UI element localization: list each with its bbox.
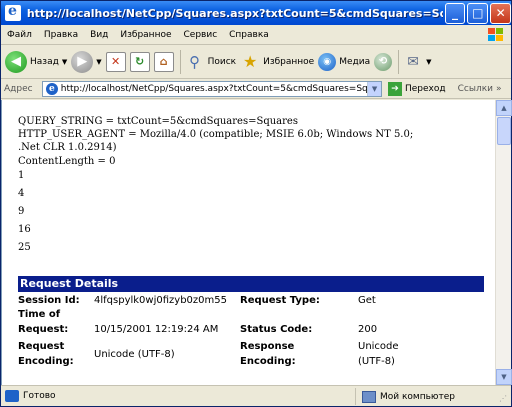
vertical-scrollbar[interactable]: ▲ ▼ [495, 100, 512, 385]
mail-button[interactable]: ✉ ▼ [403, 48, 431, 76]
back-button[interactable]: ◀ Назад ▼ [5, 48, 67, 76]
links-label[interactable]: Ссылки [458, 84, 493, 94]
history-button[interactable]: ⟲ [374, 48, 393, 76]
user-agent-line-cont: .Net CLR 1.0.2914) [18, 142, 117, 153]
menu-favorites[interactable]: Избранное [114, 30, 177, 40]
star-icon: ★ [242, 52, 258, 71]
status-zone: Мой компьютер [355, 388, 509, 405]
home-button[interactable]: ⌂ [153, 48, 174, 76]
content-length-line: ContentLength = 0 [18, 156, 116, 167]
title-bar: http://localhost/NetCpp/Squares.aspx?txt… [1, 1, 512, 25]
mail-icon: ✉ [407, 53, 419, 70]
stop-icon: ✕ [105, 51, 126, 72]
favorites-button[interactable]: ★ Избранное [240, 48, 314, 76]
response-encoding-value-1: Unicode [358, 341, 399, 352]
refresh-icon: ↻ [129, 51, 150, 72]
toolbar-separator-2 [398, 49, 400, 74]
maximize-button[interactable]: □ [467, 2, 489, 24]
address-bar: Адрес e http://localhost/NetCpp/Squares.… [1, 79, 511, 99]
back-label: Назад [30, 56, 59, 67]
menu-tools[interactable]: Сервис [178, 30, 224, 40]
menu-edit[interactable]: Правка [38, 30, 84, 40]
window-title: http://localhost/NetCpp/Squares.aspx?txt… [26, 6, 443, 20]
scrollbar-thumb[interactable] [497, 117, 511, 145]
session-id-label: Session Id: [18, 295, 80, 306]
go-arrow-icon[interactable]: ➔ [388, 81, 402, 96]
status-text: Готово [23, 391, 56, 401]
menu-bar: Файл Правка Вид Избранное Сервис Справка [1, 25, 511, 45]
address-input[interactable]: e http://localhost/NetCpp/Squares.aspx?t… [42, 80, 382, 97]
media-globe-icon: ◉ [318, 52, 337, 71]
request-encoding-value: Unicode (UTF-8) [94, 349, 175, 360]
back-arrow-icon: ◀ [5, 50, 27, 73]
page-done-icon [5, 390, 19, 402]
search-icon: ⚲ [189, 52, 201, 71]
forward-button[interactable]: ▶ ▼ [71, 48, 102, 76]
square-value: 16 [18, 224, 31, 235]
time-label-2: Request: [18, 324, 69, 335]
address-label: Адрес [4, 83, 33, 94]
square-value: 1 [18, 170, 25, 181]
response-encoding-value-2: (UTF-8) [358, 356, 395, 367]
browser-window: http://localhost/NetCpp/Squares.aspx?txt… [0, 0, 512, 407]
ie-icon [5, 3, 21, 21]
status-bar: Готово Мой компьютер ⋰ [1, 385, 511, 406]
address-dropdown-icon[interactable]: ▼ [367, 81, 381, 96]
media-label: Медиа [339, 56, 371, 67]
user-agent-line: HTTP_USER_AGENT = Mozilla/4.0 (compatibl… [18, 129, 414, 140]
menu-file[interactable]: Файл [1, 30, 38, 40]
address-url[interactable]: http://localhost/NetCpp/Squares.aspx?txt… [61, 84, 367, 94]
request-type-value: Get [358, 295, 376, 306]
request-type-label: Request Type: [240, 295, 320, 306]
page-content: QUERY_STRING = txtCount=5&cmdSquares=Squ… [1, 100, 495, 385]
toolbar-separator [179, 49, 181, 74]
go-button[interactable]: Переход [405, 84, 446, 94]
minimize-button[interactable]: _ [444, 2, 466, 24]
session-id-value: 4lfqspylk0wj0fizyb0z0m55 [94, 295, 227, 306]
status-code-value: 200 [358, 324, 378, 335]
mail-dropdown-icon[interactable]: ▼ [426, 58, 431, 66]
square-value: 25 [18, 242, 31, 253]
request-encoding-label-1: Request [18, 341, 65, 352]
scroll-up-arrow-icon[interactable]: ▲ [496, 100, 512, 116]
links-chevron-icon[interactable]: » [496, 84, 502, 94]
zone-label: Мой компьютер [380, 391, 455, 402]
query-string-line: QUERY_STRING = txtCount=5&cmdSquares=Squ… [18, 116, 298, 127]
search-button[interactable]: ⚲ Поиск [185, 48, 237, 76]
request-details-header: Request Details [18, 276, 484, 292]
square-value: 4 [18, 188, 25, 199]
page-icon: e [46, 82, 58, 95]
back-dropdown-icon[interactable]: ▼ [62, 58, 67, 66]
forward-dropdown-icon[interactable]: ▼ [96, 58, 101, 66]
response-encoding-label-1: Response [240, 341, 295, 352]
media-button[interactable]: ◉ Медиа [318, 48, 370, 76]
request-encoding-label-2: Encoding: [18, 356, 74, 367]
history-icon: ⟲ [374, 52, 393, 71]
computer-icon [362, 390, 376, 403]
square-value: 9 [18, 206, 25, 217]
stop-button[interactable]: ✕ [105, 48, 126, 76]
refresh-button[interactable]: ↻ [129, 48, 150, 76]
forward-arrow-icon: ▶ [71, 50, 94, 73]
menu-view[interactable]: Вид [84, 30, 114, 40]
home-icon: ⌂ [153, 51, 174, 72]
windows-flag-icon [488, 28, 503, 41]
time-value: 10/15/2001 12:19:24 AM [94, 324, 219, 335]
close-button[interactable]: ✕ [490, 2, 512, 24]
status-code-label: Status Code: [240, 324, 313, 335]
favorites-label: Избранное [263, 56, 315, 67]
toolbar: ◀ Назад ▼ ▶ ▼ ✕ ↻ ⌂ ⚲ Поиск ★ Избранное … [1, 45, 511, 79]
time-label-1: Time of [18, 309, 61, 320]
search-label: Поиск [207, 56, 237, 67]
menu-help[interactable]: Справка [223, 30, 275, 40]
scroll-down-arrow-icon[interactable]: ▼ [496, 369, 512, 385]
resize-grip-icon[interactable]: ⋰ [499, 394, 509, 404]
response-encoding-label-2: Encoding: [240, 356, 296, 367]
